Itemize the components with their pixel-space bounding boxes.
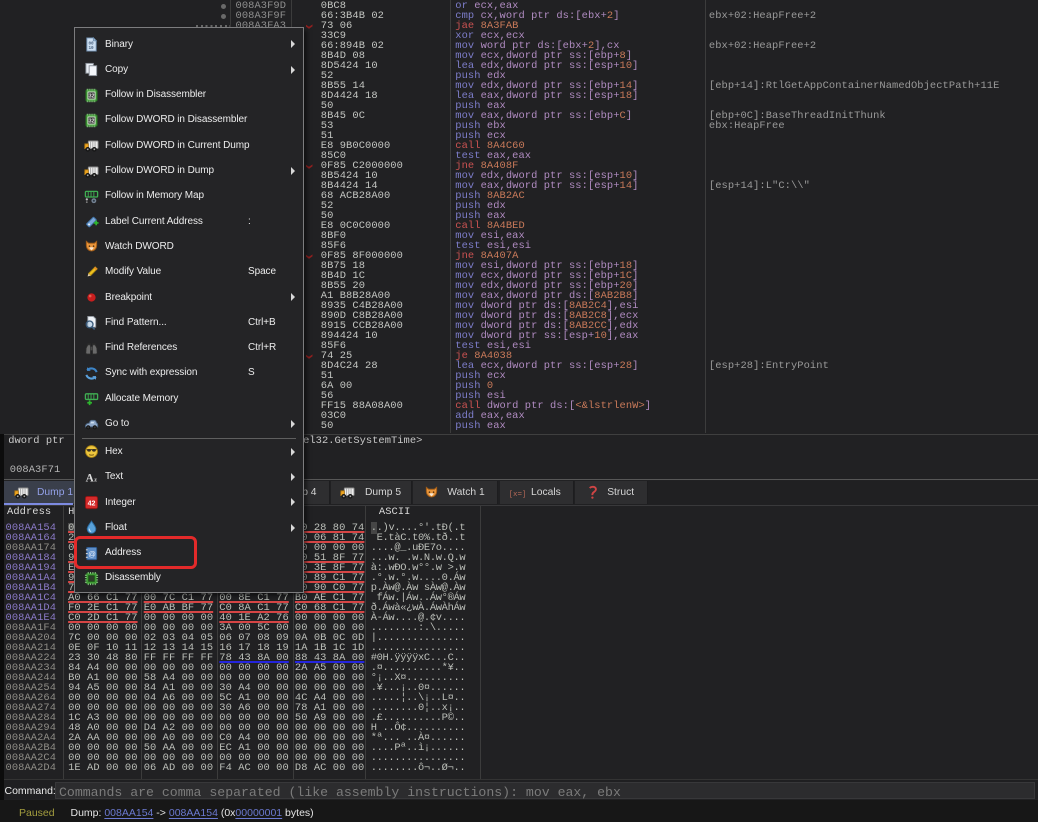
svg-text:A: A bbox=[86, 472, 95, 484]
svg-text:32: 32 bbox=[89, 118, 95, 124]
svg-text:10: 10 bbox=[88, 46, 94, 51]
svg-text:42: 42 bbox=[88, 501, 96, 508]
svg-text:32: 32 bbox=[89, 93, 95, 99]
svg-text:z: z bbox=[94, 476, 97, 483]
svg-text:[x=]: [x=] bbox=[510, 491, 525, 499]
